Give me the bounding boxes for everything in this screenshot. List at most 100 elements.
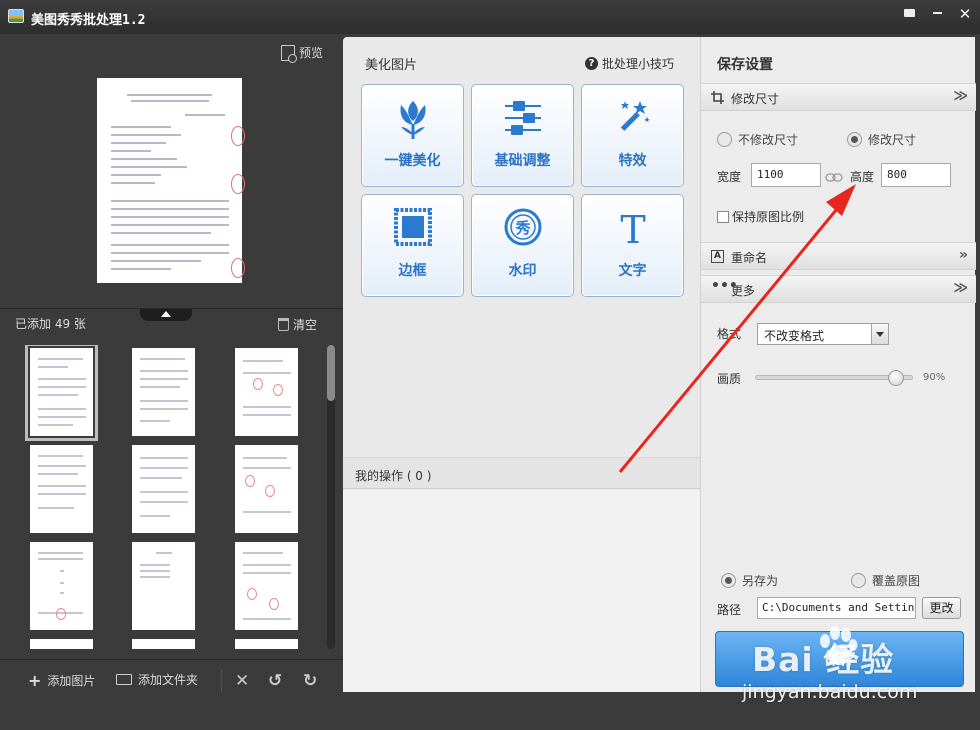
no-resize-radio[interactable]: 不修改尺寸 [717,131,798,148]
tool-label: 基础调整 [494,153,551,169]
paw-icon [820,626,858,665]
width-input[interactable]: 1100 [751,163,821,187]
delete-icon[interactable]: ✕ [235,671,249,691]
rotate-right-icon[interactable]: ↻ [303,671,317,691]
minimize-icon [932,12,942,14]
overwrite-radio[interactable]: 覆盖原图 [851,572,920,589]
tool-basic-adjust[interactable]: 基础调整 [471,84,574,187]
trash-icon [278,318,289,331]
my-operations-label: 我的操作 ( 0 ) [355,469,432,483]
resize-radio[interactable]: 修改尺寸 [847,131,916,148]
magic-wand-icon [620,101,650,131]
preview-image [97,78,245,283]
format-label: 格式 [717,327,742,341]
toolbar-separator [221,670,222,692]
thumbnail-item[interactable] [30,445,93,533]
rotate-left-icon[interactable]: ↺ [268,671,282,691]
thumbnail-item[interactable] [30,639,93,649]
checkbox-icon [717,210,729,223]
link-ratio-icon[interactable] [825,173,843,182]
change-path-button[interactable]: 更改 [922,597,961,619]
rename-section-header[interactable]: A 重命名 » [701,242,976,270]
add-image-label: 添加图片 [47,674,96,688]
tool-frame[interactable]: 边框 [361,194,464,297]
quality-slider[interactable] [755,370,913,386]
collapse-preview-handle[interactable] [140,309,192,321]
my-operations-header: 我的操作 ( 0 ) [343,457,700,489]
thumbnail-item[interactable] [132,639,195,649]
thumbnail-item[interactable] [235,348,298,436]
save-settings-title: 保存设置 [717,57,773,73]
tool-effects[interactable]: 特效 [581,84,684,187]
radio-checked-icon [721,573,736,588]
beautify-panel: 美化图片 ? 批处理小技巧 一键美化 基础调整 特效 边框 秀 水印 T 文字 … [343,37,700,692]
thumbnail-item[interactable] [25,345,98,441]
add-folder-label: 添加文件夹 [138,673,199,687]
stamp-icon: 秀 [504,208,541,246]
quality-slider-knob[interactable] [888,370,905,386]
rename-icon: A [711,250,724,263]
tips-link[interactable]: ? 批处理小技巧 [585,55,674,72]
tool-label: 一键美化 [384,153,441,169]
keep-ratio-label: 保持原图比例 [732,210,805,224]
collapse-chevron-icon: ≫ [953,280,968,296]
more-section-header[interactable]: ••• 更多 ≫ [701,275,976,303]
feedback-button[interactable] [896,4,922,24]
sliders-icon [504,101,541,135]
feedback-icon [903,9,915,17]
save-settings-panel: 保存设置 修改尺寸 ≫ 不修改尺寸 修改尺寸 宽度 1100 高度 800 保持… [700,37,976,692]
add-image-button[interactable]: + 添加图片 [28,671,95,690]
app-icon [8,9,24,23]
crop-icon [711,91,724,104]
more-section-label: 更多 [731,284,756,298]
path-input[interactable]: C:\Documents and Settings\ [757,597,916,619]
minimize-button[interactable] [924,4,950,24]
overwrite-label: 覆盖原图 [872,574,921,588]
thumbnail-item[interactable] [132,348,195,436]
collapse-chevron-icon: ≫ [953,88,968,104]
tool-label: 水印 [508,263,537,279]
save-as-radio[interactable]: 另存为 [721,572,778,589]
rename-section-label: 重命名 [731,251,768,265]
save-as-label: 另存为 [742,574,779,588]
radio-checked-icon [847,132,862,147]
thumbnail-item[interactable] [132,445,195,533]
help-icon: ? [585,57,598,70]
thumbnail-item[interactable] [132,542,195,630]
tips-label: 批处理小技巧 [602,57,675,71]
resize-section-header[interactable]: 修改尺寸 ≫ [701,83,976,111]
plus-icon: + [28,671,42,690]
close-button[interactable]: ✕ [952,4,978,24]
my-operations-list [343,490,700,692]
add-folder-button[interactable]: 添加文件夹 [116,671,198,688]
image-list-panel: 预览 已添加 49 张 清空 + 添加图片 添加文件夹 ✕ ↺ ↻ [0,34,343,730]
folder-icon [116,674,132,685]
stamp-glyph: 秀 [514,219,531,237]
quality-label: 画质 [717,372,742,386]
preview-button[interactable]: 预览 [281,44,323,63]
tool-watermark[interactable]: 秀 水印 [471,194,574,297]
clear-button[interactable]: 清空 [278,316,317,333]
height-input[interactable]: 800 [881,163,951,187]
radio-unchecked-icon [717,132,732,147]
tool-one-click-beautify[interactable]: 一键美化 [361,84,464,187]
width-label: 宽度 [717,170,742,184]
thumbnail-scrollbar[interactable] [327,345,335,649]
thumbnail-item[interactable] [30,542,93,630]
text-glyph: T [620,208,645,247]
thumbnail-item[interactable] [235,542,298,630]
height-label: 高度 [850,170,875,184]
tool-label: 边框 [398,263,427,279]
expand-chevron-icon: » [958,247,968,263]
window-title: 美图秀秀批处理1.2 [31,13,146,28]
tool-text[interactable]: T 文字 [581,194,684,297]
beautify-title: 美化图片 [365,58,418,73]
resize-section-label: 修改尺寸 [731,92,780,106]
quality-value: 90% [923,372,946,383]
format-select[interactable]: 不改变格式 [757,323,889,345]
keep-ratio-checkbox[interactable]: 保持原图比例 [717,208,804,225]
scrollbar-thumb[interactable] [327,345,335,401]
preview-icon [281,44,297,63]
thumbnail-item[interactable] [235,445,298,533]
thumbnail-item[interactable] [235,639,298,649]
